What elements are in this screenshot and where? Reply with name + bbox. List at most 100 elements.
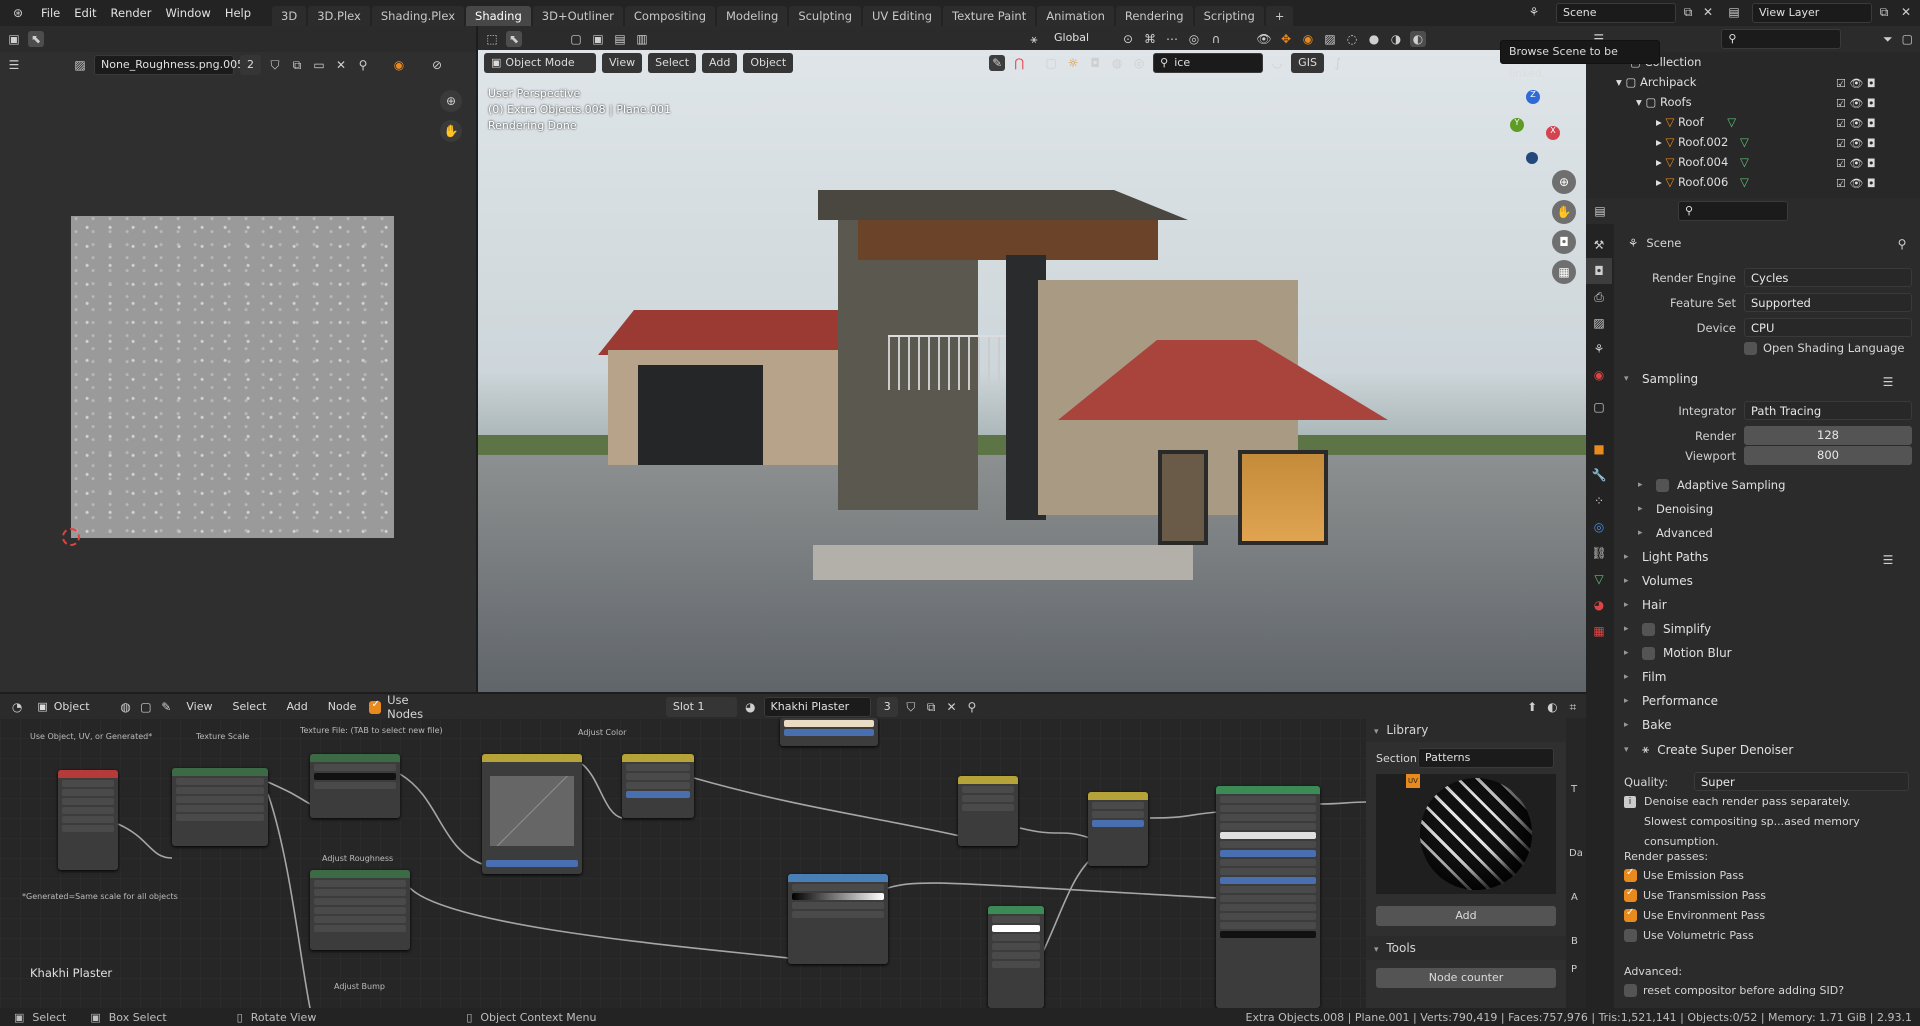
expand-arrow-icon[interactable]: ▾ bbox=[1636, 95, 1642, 109]
adaptive-sampling-section[interactable]: ▸ Adaptive Sampling bbox=[1638, 478, 1785, 492]
sidebar-tab-da[interactable]: Da bbox=[1569, 848, 1583, 859]
modifier-tab-icon[interactable]: 🔧 bbox=[1586, 462, 1612, 488]
motion-blur-section[interactable]: ▸ Motion Blur bbox=[1624, 646, 1732, 660]
view-layer-tab-icon[interactable]: ▨ bbox=[1586, 310, 1612, 336]
integrator-dropdown[interactable]: Path Tracing bbox=[1744, 401, 1912, 420]
viewport-menu-view[interactable]: View bbox=[602, 53, 643, 73]
gizmo-neg-z[interactable] bbox=[1526, 152, 1538, 164]
line-style-icon[interactable]: ✎ bbox=[159, 699, 173, 715]
gizmo-icon[interactable]: ✥ bbox=[1278, 31, 1294, 47]
wireframe-shading-icon[interactable]: ◌ bbox=[1344, 31, 1360, 47]
pin-context-icon[interactable]: ⚲ bbox=[1894, 236, 1910, 252]
tab-modeling[interactable]: Modeling bbox=[717, 6, 788, 26]
light-paths-section[interactable]: ▸ Light Paths bbox=[1624, 550, 1708, 564]
menu-window[interactable]: Window bbox=[158, 0, 217, 26]
tab-3d[interactable]: 3D bbox=[272, 6, 307, 26]
subtract-node[interactable] bbox=[958, 776, 1018, 846]
mapping-node[interactable] bbox=[172, 768, 268, 846]
visibility-row[interactable]: ☑ 👁 ◘ bbox=[1836, 174, 1916, 194]
texture-coordinate-node[interactable] bbox=[58, 770, 118, 870]
3d-viewport[interactable]: User Perspective (0) Extra Objects.008 |… bbox=[478, 50, 1586, 692]
viewport-menu-select[interactable]: Select bbox=[648, 53, 697, 73]
eyedropper-icon[interactable]: ✎ bbox=[989, 55, 1006, 71]
transmission-pass-checkbox[interactable] bbox=[1624, 887, 1637, 902]
simplify-section[interactable]: ▸ Simplify bbox=[1624, 622, 1711, 636]
copy-view-layer-icon[interactable]: ⧉ bbox=[1876, 4, 1892, 20]
camera-small-icon[interactable]: ◘ bbox=[1087, 55, 1103, 71]
material-name-field[interactable]: Khakhi Plaster bbox=[763, 697, 871, 717]
view-layer-icon[interactable]: ▤ bbox=[1726, 4, 1742, 20]
tab-rendering[interactable]: Rendering bbox=[1115, 6, 1193, 26]
data-tab-icon[interactable]: ▽ bbox=[1586, 566, 1612, 592]
menu-edit[interactable]: Edit bbox=[67, 0, 103, 26]
multiply-node[interactable] bbox=[1088, 792, 1148, 866]
sidebar-tab-p[interactable]: P bbox=[1571, 964, 1577, 975]
backdrop-icon[interactable]: ◐ bbox=[1545, 699, 1559, 715]
sphere-icon[interactable]: ◍ bbox=[1109, 55, 1125, 71]
image-users-count[interactable]: 2 bbox=[240, 55, 261, 75]
expand-arrow-icon[interactable]: ▾ bbox=[1616, 75, 1622, 89]
image-texture-node[interactable] bbox=[310, 754, 400, 818]
viewport-camera-icon[interactable]: ◘ bbox=[1552, 230, 1576, 254]
material-users-count[interactable]: 3 bbox=[876, 697, 898, 717]
viewport-zoom-icon[interactable]: ⊕ bbox=[1552, 170, 1576, 194]
render-engine-dropdown[interactable]: Cycles bbox=[1744, 268, 1912, 287]
snap-icon[interactable]: ⌘ bbox=[1142, 31, 1158, 47]
osl-checkbox[interactable] bbox=[1744, 341, 1757, 355]
viewport-samples-field[interactable]: 800 bbox=[1744, 446, 1912, 465]
motion-blur-checkbox[interactable] bbox=[1642, 646, 1655, 660]
object-mode-dropdown[interactable]: ▣ Object Mode bbox=[484, 53, 596, 73]
falloff-icon[interactable]: ∩ bbox=[1208, 31, 1224, 47]
object-shader-icon[interactable]: ▢ bbox=[139, 699, 153, 715]
box-icon[interactable]: ▢ bbox=[1043, 55, 1059, 71]
quality-dropdown[interactable]: Super bbox=[1694, 772, 1909, 791]
outliner-search[interactable]: ⚲ bbox=[1721, 29, 1842, 49]
viewport-editor-type-icon[interactable]: ⬚ bbox=[484, 31, 500, 47]
performance-section[interactable]: ▸ Performance bbox=[1624, 694, 1718, 708]
select-mode-invert-icon[interactable]: ▥ bbox=[634, 31, 650, 47]
output-tab-icon[interactable]: ⎙ bbox=[1586, 284, 1612, 310]
pivot-icon[interactable]: ⊙ bbox=[1120, 31, 1136, 47]
feature-set-dropdown[interactable]: Supported bbox=[1744, 293, 1912, 312]
reset-compositor-checkbox[interactable] bbox=[1624, 984, 1637, 997]
open-image-icon[interactable]: ▭ bbox=[311, 57, 327, 73]
node-counter-button[interactable]: Node counter bbox=[1376, 968, 1556, 988]
particles-tab-icon[interactable]: ⁘ bbox=[1586, 488, 1612, 514]
node-menu-select[interactable]: Select bbox=[226, 697, 274, 717]
select-mode-subtract-icon[interactable]: ▤ bbox=[612, 31, 628, 47]
unlink-image-icon[interactable]: ✕ bbox=[333, 57, 349, 73]
viewport-search-field[interactable]: ⚲ ice bbox=[1153, 53, 1264, 73]
slot-dropdown[interactable]: Slot 1 bbox=[665, 697, 738, 717]
render-tab-icon[interactable]: ◘ bbox=[1586, 258, 1612, 284]
filter-icon[interactable]: ⏷ bbox=[1881, 31, 1894, 47]
film-section[interactable]: ▸ Film bbox=[1624, 670, 1666, 684]
gizmo-x-axis[interactable]: X bbox=[1546, 126, 1560, 140]
simplify-checkbox[interactable] bbox=[1642, 622, 1655, 636]
magnet-icon[interactable]: ⋂ bbox=[1011, 55, 1027, 71]
light-paths-preset-icon[interactable]: ☰ bbox=[1880, 552, 1896, 568]
gis-button[interactable]: GIS bbox=[1291, 53, 1324, 73]
material-fake-user-icon[interactable]: ⛉ bbox=[904, 699, 918, 715]
tab-scripting[interactable]: Scripting bbox=[1194, 6, 1264, 26]
solid-shading-icon[interactable]: ● bbox=[1366, 31, 1382, 47]
advanced-sampling-section[interactable]: ▸ Advanced bbox=[1638, 526, 1713, 540]
add-workspace-button[interactable]: + bbox=[1265, 6, 1294, 26]
new-collection-icon[interactable]: ▢ bbox=[1901, 31, 1914, 47]
gizmo-y-axis[interactable]: Y bbox=[1510, 118, 1524, 132]
rgb-curves-node[interactable] bbox=[482, 754, 582, 874]
visibility-row[interactable]: ☑ 👁 ◘ bbox=[1836, 114, 1916, 134]
library-header[interactable]: ▾ Library bbox=[1366, 718, 1566, 742]
material-shading-icon[interactable]: ◑ bbox=[1388, 31, 1404, 47]
section-dropdown[interactable]: Patterns bbox=[1418, 748, 1554, 768]
viewport-menu-add[interactable]: Add bbox=[702, 53, 738, 73]
orientation-dropdown[interactable]: Global bbox=[1048, 29, 1114, 49]
fake-user-icon[interactable]: ⛉ bbox=[267, 57, 283, 73]
grunge-node[interactable] bbox=[988, 906, 1044, 1008]
tab-shading[interactable]: Shading bbox=[466, 6, 531, 26]
sidebar-tab-b[interactable]: B bbox=[1571, 936, 1578, 947]
editor-type-icon[interactable]: ▣ bbox=[6, 31, 22, 47]
constraints-tab-icon[interactable]: ⛓ bbox=[1586, 540, 1612, 566]
properties-search[interactable]: ⚲ bbox=[1678, 201, 1788, 221]
material-unlink-icon[interactable]: ✕ bbox=[944, 699, 958, 715]
bake-section[interactable]: ▸ Bake bbox=[1624, 718, 1672, 732]
